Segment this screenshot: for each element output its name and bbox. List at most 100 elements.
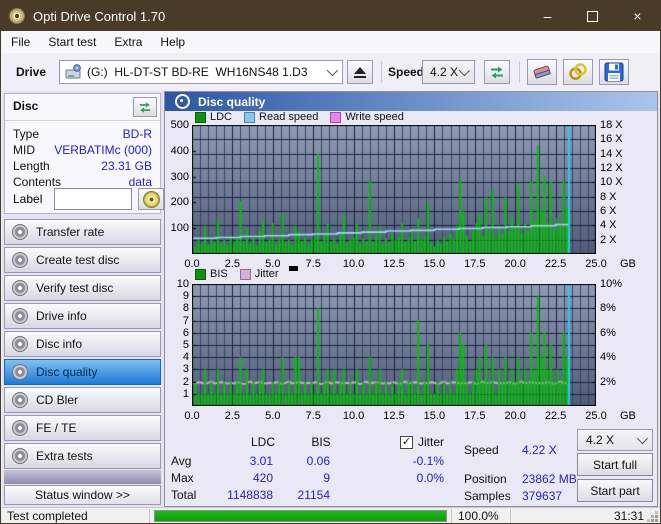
save-button[interactable] xyxy=(599,59,629,85)
x-axis-tick: 15.0 xyxy=(423,258,446,270)
status-window-button[interactable]: Status window >> xyxy=(4,485,161,505)
x-axis-tick: 22.5 xyxy=(544,410,567,422)
registration-button[interactable] xyxy=(563,59,593,85)
chevron-down-icon xyxy=(636,432,649,445)
sidebar-item-disc-info[interactable]: Disc info xyxy=(4,331,161,357)
legend-swatch xyxy=(239,268,251,280)
x-axis-tick: 12.5 xyxy=(383,258,405,270)
y-axis-tick: 7 xyxy=(182,314,189,327)
menu-start-test[interactable]: Start test xyxy=(39,31,105,53)
drive-icon xyxy=(65,64,81,79)
sidebar-item-label: Create test disc xyxy=(36,253,120,267)
x-axis-unit: GB xyxy=(620,258,636,270)
x-axis-tick: 20.0 xyxy=(504,410,526,422)
label-field-label: Label xyxy=(13,192,43,206)
chevron-down-icon xyxy=(326,64,339,77)
menu-bar: File Start test Extra Help xyxy=(2,31,660,53)
stats-row-avg-label: Avg xyxy=(171,454,192,468)
y-axis-tick: 300 xyxy=(170,170,189,183)
sidebar-item-verify-test-disc[interactable]: Verify test disc xyxy=(4,275,161,301)
toolbar: Drive (G:) HL-DT-ST BD-RE WH16NS48 1.D3 … xyxy=(2,53,660,92)
close-button[interactable]: × xyxy=(615,1,660,31)
jitter-checkbox-label: Jitter xyxy=(418,435,445,449)
x-axis-tick: 7.5 xyxy=(305,258,321,270)
right-axis-tick: 4% xyxy=(600,351,616,364)
y-axis-tick: 9 xyxy=(182,290,189,303)
position-value: 23862 MB xyxy=(522,472,577,486)
bis-chart-canvas xyxy=(192,284,596,406)
legend-swatch xyxy=(330,111,342,123)
sidebar-item-label: Verify test disc xyxy=(36,281,114,295)
stats-total-value-1: 21154 xyxy=(297,488,330,502)
window-title: Opti Drive Control 1.70 xyxy=(33,8,166,24)
x-axis-tick: 0.0 xyxy=(184,258,200,270)
x-axis-tick: 7.5 xyxy=(305,410,321,422)
sidebar-item-transfer-rate[interactable]: Transfer rate xyxy=(4,219,161,245)
start-part-button[interactable]: Start part xyxy=(577,479,653,502)
y-axis-tick: 6 xyxy=(182,326,189,339)
right-axis-tick: 16 X xyxy=(600,133,623,146)
stats-col-bis: BIS xyxy=(311,435,331,449)
x-axis-tick: 20.0 xyxy=(504,258,526,270)
legend-label: LDC xyxy=(210,111,233,123)
speed-select[interactable]: 4.2 X xyxy=(422,60,475,84)
y-axis-tick: 2 xyxy=(182,375,189,388)
x-axis-unit: GB xyxy=(620,410,636,422)
maximize-button[interactable] xyxy=(570,1,615,31)
disc-info-mid: MID VERBATIMc (000) xyxy=(13,143,152,157)
write-label-button[interactable] xyxy=(138,188,165,210)
legend-write-speed: Write speed xyxy=(330,111,404,123)
legend-swatch xyxy=(195,111,206,123)
status-bar: Test completed 100.0% 31:31 xyxy=(2,507,660,523)
x-axis-tick: 25.0 xyxy=(585,410,607,422)
label-input[interactable] xyxy=(54,188,133,210)
disc-info-panel: Disc Type BD-R MID VERBATIMc (000) Length 23.… xyxy=(4,93,165,214)
sidebar-item-create-test-disc[interactable]: Create test disc xyxy=(4,247,161,273)
title-bar: Opti Drive Control 1.70 – × xyxy=(1,1,660,31)
y-axis-tick: 3 xyxy=(182,363,189,376)
drive-value: (G:) HL-DT-ST BD-RE WH16NS48 1.D3 xyxy=(87,65,308,79)
y-axis-tick: 500 xyxy=(170,119,189,131)
right-axis-tick: 2 X xyxy=(600,233,617,246)
eject-button[interactable] xyxy=(347,60,373,84)
right-axis-tick: 2% xyxy=(600,375,616,388)
x-axis-tick: 10.0 xyxy=(342,258,365,270)
stats-avg-value-1: 0.06 xyxy=(306,454,330,468)
right-axis-tick: 4 X xyxy=(600,219,617,232)
disc-info-type: Type BD-R xyxy=(13,127,152,141)
menu-file[interactable]: File xyxy=(2,31,39,53)
drive-select[interactable]: (G:) HL-DT-ST BD-RE WH16NS48 1.D3 xyxy=(59,60,343,84)
erase-disc-button[interactable] xyxy=(527,59,557,85)
ldc-chart-canvas xyxy=(192,125,596,254)
stats-max-value-2: 0.0% xyxy=(416,471,444,485)
status-text: Test completed xyxy=(7,509,88,523)
x-axis-tick: 2.5 xyxy=(224,258,241,270)
sidebar-item-extra-tests[interactable]: Extra tests xyxy=(4,443,161,469)
jitter-checkbox[interactable]: ✓ xyxy=(400,436,413,449)
sidebar-item-disc-quality[interactable]: Disc quality xyxy=(4,359,161,385)
y-axis-tick: 1 xyxy=(182,387,189,400)
floppy-disk-icon xyxy=(604,62,624,82)
menu-extra[interactable]: Extra xyxy=(105,31,151,53)
progress-percent: 100.0% xyxy=(458,509,499,523)
sidebar-item-drive-info[interactable]: Drive info xyxy=(4,303,161,329)
resize-grip[interactable] xyxy=(655,519,658,522)
x-axis-tick: 2.5 xyxy=(224,410,241,422)
length-label: Length xyxy=(13,159,50,173)
x-axis-tick: 25.0 xyxy=(585,258,607,270)
disc-info-contents: Contents data xyxy=(13,175,152,189)
progress-bar xyxy=(154,510,447,522)
minimize-button[interactable]: – xyxy=(525,1,570,31)
eject-icon xyxy=(354,66,366,74)
scan-speed-select[interactable]: 4.2 X xyxy=(577,429,653,451)
sidebar-item-label: Extra tests xyxy=(36,449,93,463)
sidebar-item-fe-te[interactable]: FE / TE xyxy=(4,415,161,441)
start-full-button[interactable]: Start full xyxy=(577,453,653,476)
refresh-speed-button[interactable] xyxy=(484,60,510,84)
sidebar-item-cd-bler[interactable]: CD Bler xyxy=(4,387,161,413)
refresh-disc-button[interactable] xyxy=(133,97,157,117)
right-axis-tick: 12 X xyxy=(600,162,623,174)
menu-help[interactable]: Help xyxy=(151,31,194,53)
cd-icon xyxy=(12,224,28,240)
contents-value: data xyxy=(128,175,152,189)
